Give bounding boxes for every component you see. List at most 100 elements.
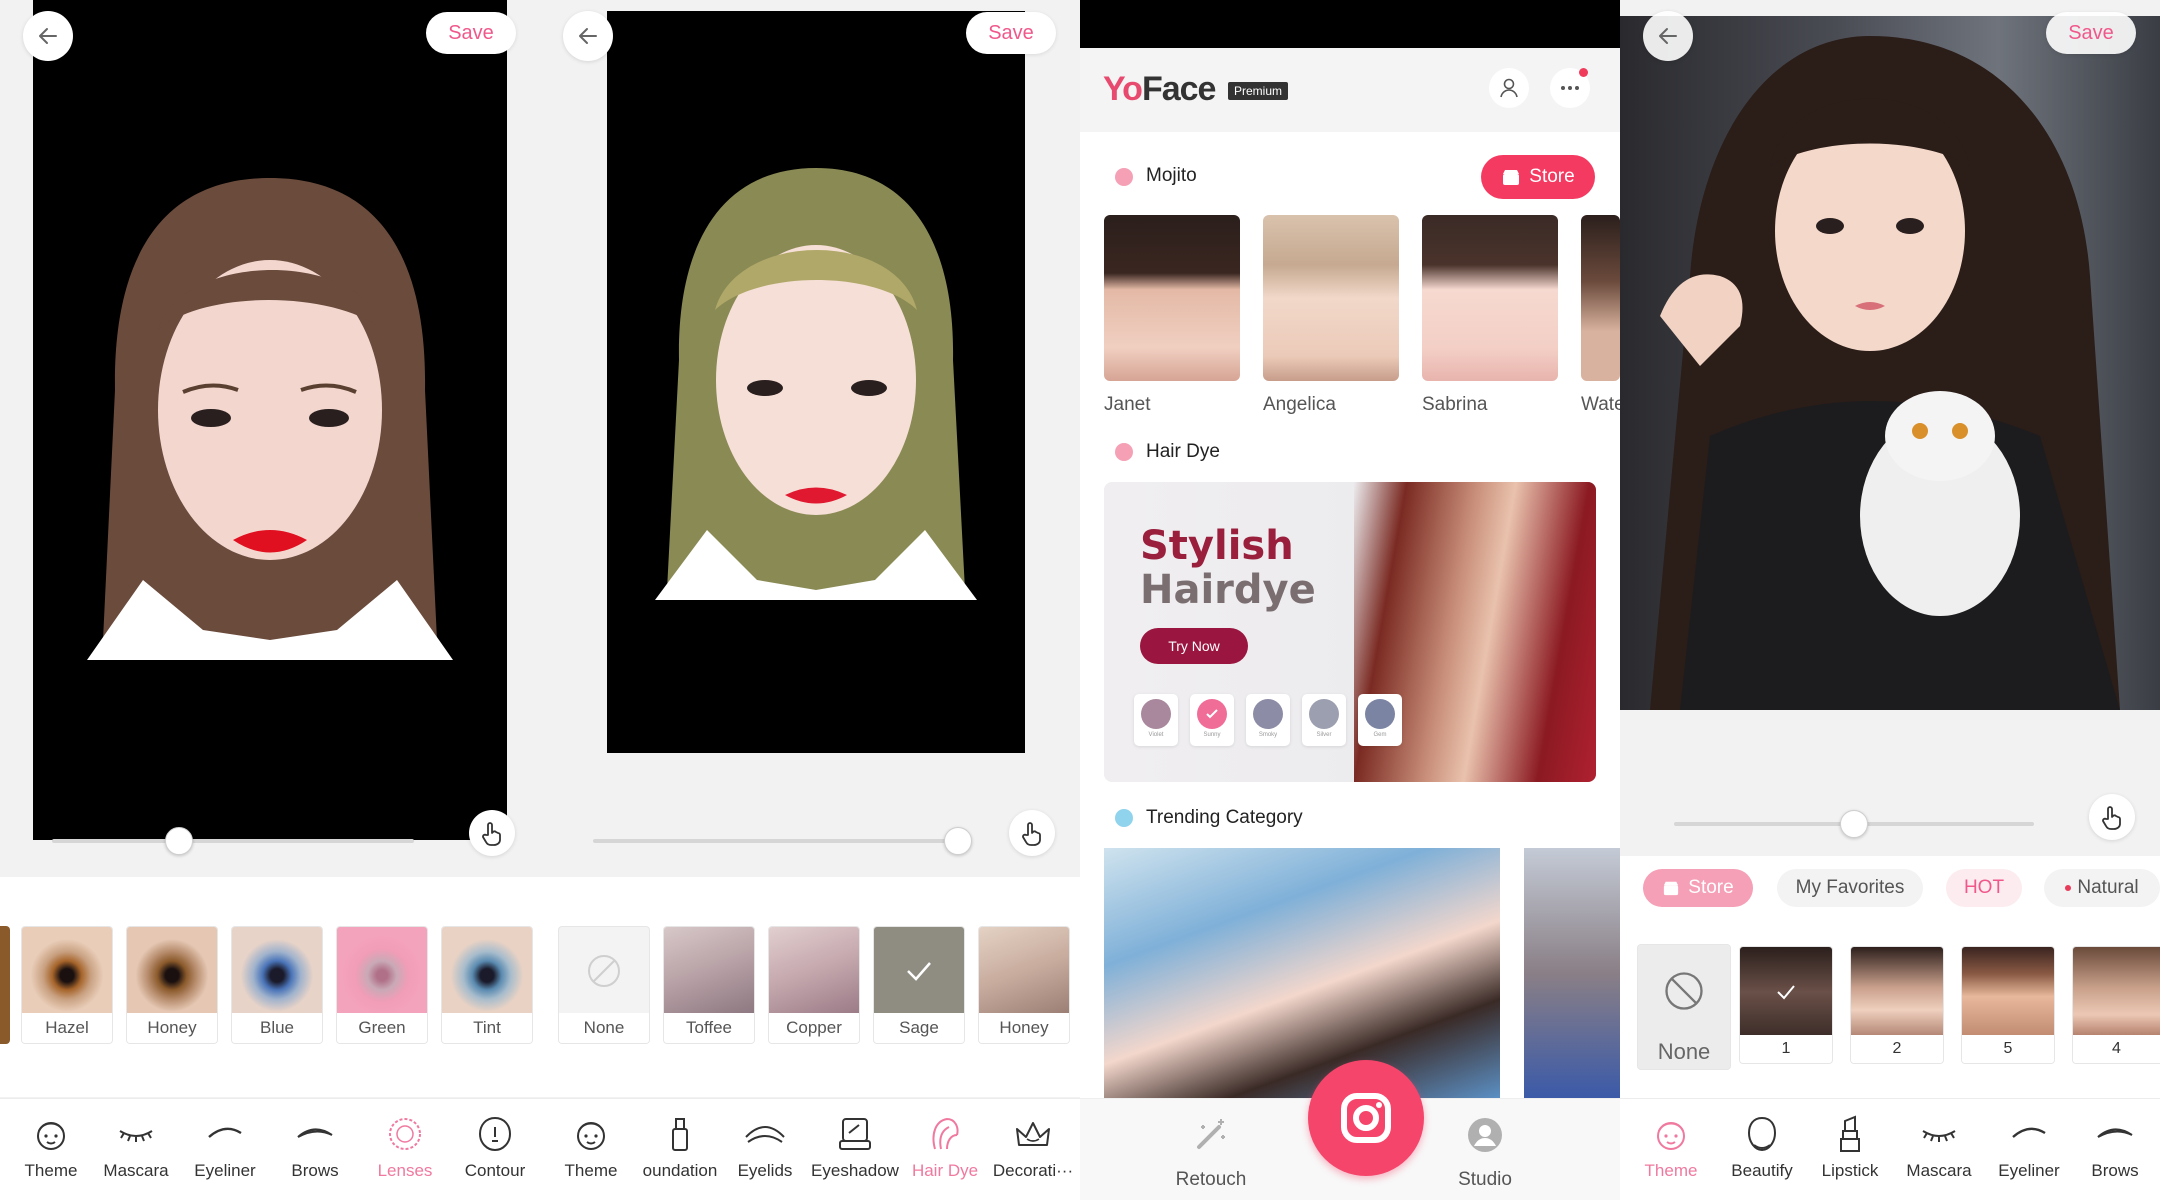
model-card-image[interactable] [1104,215,1240,381]
tool-mascara[interactable]: Mascara [91,1115,181,1181]
hair-color-swatch-selected[interactable]: Sage [873,926,965,1044]
hair-color-swatch[interactable]: Copper [768,926,860,1044]
tool-eyeliner[interactable]: Eyeliner [1984,1115,2074,1181]
tool-eyeliner[interactable]: Eyeliner [180,1115,270,1181]
theme-thumb[interactable]: 5 [1961,946,2055,1064]
hair-color-image [874,927,964,1015]
theme-thumb-selected[interactable]: 1 [1739,946,1833,1064]
tool-label: Eyeliner [1998,1161,2060,1180]
chip-swatch [1197,699,1227,729]
tool-label: Decorati··· [992,1161,1074,1180]
tool-foundation[interactable]: oundation [635,1115,725,1181]
model-card-image[interactable] [1263,215,1399,381]
lens-swatch[interactable]: Tint [441,926,533,1044]
theme-image [1740,947,1832,1037]
tool-decoration[interactable]: Decorati··· [988,1115,1078,1181]
theme-none[interactable]: None [1637,944,1731,1070]
color-chip-selected[interactable]: Sunny [1190,694,1234,746]
lens-swatch[interactable]: Hazel [21,926,113,1044]
trending-category-image-partial[interactable] [1524,848,1620,1098]
back-button[interactable] [23,11,73,61]
lens-image [127,927,217,1015]
nav-studio[interactable]: Studio [1430,1115,1540,1191]
profile-button[interactable] [1489,68,1529,108]
tool-contour[interactable]: Contour [450,1115,540,1181]
compare-touch-button[interactable] [1009,810,1055,856]
color-chip[interactable]: Violet [1134,694,1178,746]
swatch-label: None [559,1013,649,1043]
theme-thumb[interactable]: 4 [2072,946,2160,1064]
filter-natural[interactable]: Natural [2044,869,2160,907]
lens-swatch[interactable]: Green [336,926,428,1044]
tool-label: oundation [642,1161,718,1180]
chip-label: Gem [1373,732,1387,738]
brows-icon [2097,1128,2133,1138]
theme-label: 5 [1962,1035,2054,1063]
camera-icon [1341,1093,1391,1143]
intensity-slider[interactable] [593,827,972,855]
tool-brows[interactable]: Brows [2070,1115,2160,1181]
bottom-toolbar: Theme Beautify Lipstick Mascara Eyeliner… [1620,1098,2160,1200]
model-card-image[interactable] [1422,215,1558,381]
color-chip[interactable]: Silver [1302,694,1346,746]
tool-label: Contour [464,1161,526,1180]
filter-hot[interactable]: HOT [1946,869,2022,907]
tool-label: Brows [291,1161,339,1180]
section-title-mojito: Mojito [1146,165,1197,186]
slider-knob[interactable] [164,827,193,855]
tool-mascara[interactable]: Mascara [1894,1115,1984,1181]
tool-eyeshadow[interactable]: Eyeshadow [810,1115,900,1181]
compare-touch-button[interactable] [2089,794,2135,840]
nav-label: Retouch [1175,1169,1247,1190]
tool-lenses[interactable]: Lenses [360,1115,450,1181]
tool-label: Eyeshadow [811,1161,899,1180]
lipstick-icon [1840,1115,1860,1152]
save-button[interactable]: Save [426,12,516,54]
nav-retouch[interactable]: Retouch [1156,1115,1266,1191]
tool-label: Beautify [1731,1161,1793,1180]
trending-category-image[interactable] [1104,848,1500,1098]
filter-my-favorites[interactable]: My Favorites [1777,869,1923,907]
lens-swatch[interactable]: Honey [126,926,218,1044]
store-button[interactable]: Store [1481,155,1595,199]
beautify-face-icon [1747,1116,1777,1152]
arrow-left-icon [39,28,57,44]
theme-face-icon [577,1122,605,1150]
lens-swatch-partial [0,926,10,1044]
slider-knob[interactable] [943,827,972,855]
theme-thumb[interactable]: 2 [1850,946,1944,1064]
tool-theme[interactable]: Theme [1626,1115,1716,1181]
save-button[interactable]: Save [966,12,1056,54]
lenses-icon [389,1118,421,1150]
hair-color-swatch[interactable]: Honey [978,926,1070,1044]
tool-theme[interactable]: Theme [6,1115,96,1181]
contour-icon [478,1116,512,1152]
color-chip[interactable]: Gem [1358,694,1402,746]
hair-color-swatch[interactable]: Toffee [663,926,755,1044]
camera-button[interactable] [1308,1060,1424,1176]
lens-swatch[interactable]: Blue [231,926,323,1044]
filter-store[interactable]: Store [1643,869,1753,907]
logo-text-yo: Yo [1103,70,1143,108]
color-chip[interactable]: Smoky [1246,694,1290,746]
back-button[interactable] [563,11,613,61]
hair-dye-banner[interactable]: Stylish Hairdye Try Now Violet Sunny Smok… [1104,482,1596,782]
try-now-button[interactable]: Try Now [1140,628,1248,664]
tool-brows[interactable]: Brows [270,1115,360,1181]
compare-touch-button[interactable] [469,810,515,856]
save-button[interactable]: Save [2046,12,2136,54]
hair-color-none[interactable]: None [558,926,650,1044]
tool-hair-dye[interactable]: Hair Dye [900,1115,990,1181]
none-slash-icon [588,955,620,987]
tool-lipstick[interactable]: Lipstick [1805,1115,1895,1181]
intensity-slider[interactable] [52,827,414,855]
more-menu-button[interactable] [1550,68,1590,108]
intensity-slider[interactable] [1674,810,2034,838]
slider-knob[interactable] [1840,810,1868,838]
back-button[interactable] [1643,11,1693,61]
tool-eyelids[interactable]: Eyelids [720,1115,810,1181]
notification-dot [1579,68,1588,77]
model-card-image-partial[interactable] [1581,215,1620,381]
tool-theme[interactable]: Theme [546,1115,636,1181]
tool-beautify[interactable]: Beautify [1717,1115,1807,1181]
